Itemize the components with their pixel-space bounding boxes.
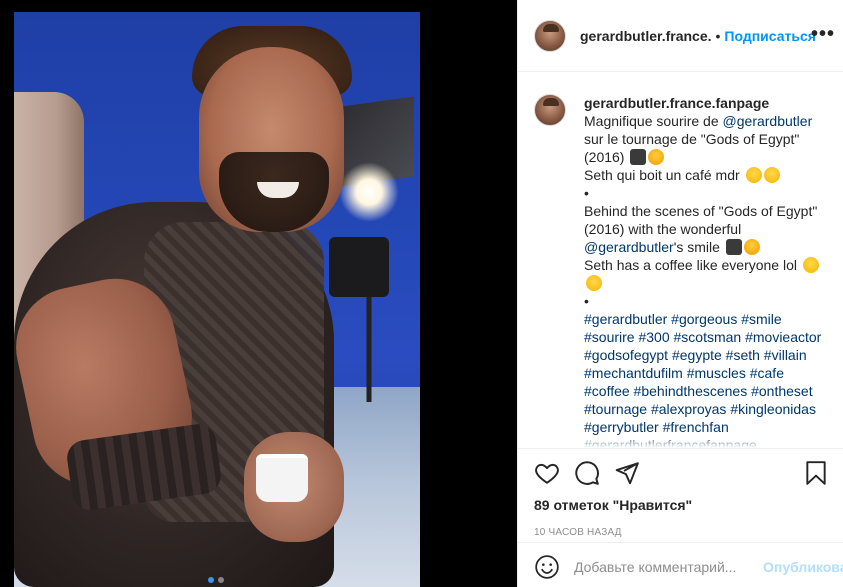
comment-input[interactable] xyxy=(574,558,755,575)
caption-text-run: 's smile xyxy=(673,239,724,255)
caption-line: Seth has a coffee like everyone lol xyxy=(584,256,821,274)
caption-text-run: (2016) xyxy=(584,149,629,165)
photo-light-glow xyxy=(339,162,399,222)
post-photo[interactable] xyxy=(14,12,420,587)
caption-line: • xyxy=(584,184,821,202)
post-timestamp[interactable]: 10 часов назад xyxy=(534,527,827,538)
comments-area[interactable]: gerardbutler.france.fanpage Magnifique s… xyxy=(518,72,843,448)
caption-fade xyxy=(518,434,843,448)
caption-line: #mechantdufilm #muscles #cafe xyxy=(584,364,821,382)
caption-text: gerardbutler.france.fanpage Magnifique s… xyxy=(584,94,821,448)
comment-box: Опубликовать xyxy=(518,542,843,587)
caption-line: (2016) xyxy=(584,148,821,166)
caption-line: • xyxy=(584,292,821,310)
hashtag-link[interactable]: #coffee #behindthescenes #ontheset xyxy=(584,383,813,399)
caption-text-run: • xyxy=(584,185,589,201)
caption-line: Magnifique sourire de @gerardbutler xyxy=(584,112,821,130)
publish-button[interactable]: Опубликовать xyxy=(763,559,843,575)
post-photo-pane[interactable] xyxy=(0,0,517,587)
hashtag-link[interactable]: #godsofegypt #egypte #seth #villain xyxy=(584,347,807,363)
photo-camera xyxy=(329,237,389,297)
separator-dot: • xyxy=(715,27,721,44)
hashtag-link[interactable]: #sourire #300 #scotsman #movieactor xyxy=(584,329,821,345)
caption-line: sur le tournage de "Gods of Egypt" xyxy=(584,130,821,148)
hashtag-link[interactable]: #gerrybutler #frenchfan xyxy=(584,419,729,435)
caption-line: #tournage #alexproyas #kingleonidas xyxy=(584,400,821,418)
caption-text-run: Seth has a coffee like everyone lol xyxy=(584,257,801,273)
caption-line: Behind the scenes of "Gods of Egypt" xyxy=(584,202,821,220)
caption-text-run: (2016) with the wonderful xyxy=(584,221,742,237)
caption-text-run: Magnifique sourire de xyxy=(584,113,723,129)
caption-line: Seth qui boit un café mdr xyxy=(584,166,821,184)
laugh-emoji-icon xyxy=(586,275,602,291)
caption-line: #coffee #behindthescenes #ontheset xyxy=(584,382,821,400)
heart-icon[interactable] xyxy=(534,460,560,486)
caption-line: #gerardbutler #gorgeous #smile xyxy=(584,310,821,328)
caption-avatar[interactable] xyxy=(534,94,566,126)
comment-icon[interactable] xyxy=(574,460,600,486)
hashtag-link[interactable]: #tournage #alexproyas #kingleonidas xyxy=(584,401,816,417)
account-username[interactable]: gerardbutler.france. xyxy=(580,28,712,44)
laugh-emoji-icon xyxy=(763,167,780,183)
mention-link[interactable]: @gerardbutler xyxy=(723,113,813,129)
action-icons xyxy=(534,449,827,497)
caption-line: #sourire #300 #scotsman #movieactor xyxy=(584,328,821,346)
carousel-dot[interactable] xyxy=(208,577,214,583)
smiley-icon[interactable] xyxy=(534,554,560,580)
share-icon[interactable] xyxy=(614,460,640,486)
caption-line: (2016) with the wonderful xyxy=(584,220,821,238)
caption-line: @gerardbutler's smile xyxy=(584,238,821,256)
follow-button[interactable]: Подписаться xyxy=(724,28,816,44)
star-emoji-icon xyxy=(648,149,665,165)
caption-username[interactable]: gerardbutler.france.fanpage xyxy=(584,94,821,112)
carousel-dot[interactable] xyxy=(218,577,224,583)
carousel-indicator xyxy=(208,577,224,583)
caption-text-run: Seth qui boit un café mdr xyxy=(584,167,744,183)
camera-emoji-icon xyxy=(630,149,647,165)
hashtag-link[interactable]: #mechantdufilm #muscles #cafe xyxy=(584,365,784,381)
more-options-icon[interactable]: ••• xyxy=(811,24,835,44)
caption-row: gerardbutler.france.fanpage Magnifique s… xyxy=(534,94,827,448)
bookmark-icon[interactable] xyxy=(803,460,829,486)
caption-text-run: sur le tournage de "Gods of Egypt" xyxy=(584,131,800,147)
post-side-pane: gerardbutler.france. • Подписаться ••• g… xyxy=(517,0,843,587)
laugh-emoji-icon xyxy=(745,167,762,183)
caption-line xyxy=(584,274,821,292)
caption-text-run: Behind the scenes of "Gods of Egypt" xyxy=(584,203,818,219)
star-emoji-icon xyxy=(743,239,760,255)
actions-area: 89 отметок "Нравится" 10 часов назад Опу… xyxy=(518,448,843,587)
avatar[interactable] xyxy=(534,19,566,52)
mention-link[interactable]: @gerardbutler xyxy=(584,239,674,255)
laugh-emoji-icon xyxy=(802,257,819,273)
photo-scene xyxy=(14,12,420,587)
hashtag-link[interactable]: #gerardbutler #gorgeous #smile xyxy=(584,311,782,327)
post-header: gerardbutler.france. • Подписаться ••• xyxy=(518,0,843,72)
camera-emoji-icon xyxy=(725,239,742,255)
caption-line: #godsofegypt #egypte #seth #villain xyxy=(584,346,821,364)
likes-count[interactable]: 89 отметок "Нравится" xyxy=(534,497,827,513)
photo-coffee-cup xyxy=(256,454,308,502)
caption-text-run: • xyxy=(584,293,589,309)
